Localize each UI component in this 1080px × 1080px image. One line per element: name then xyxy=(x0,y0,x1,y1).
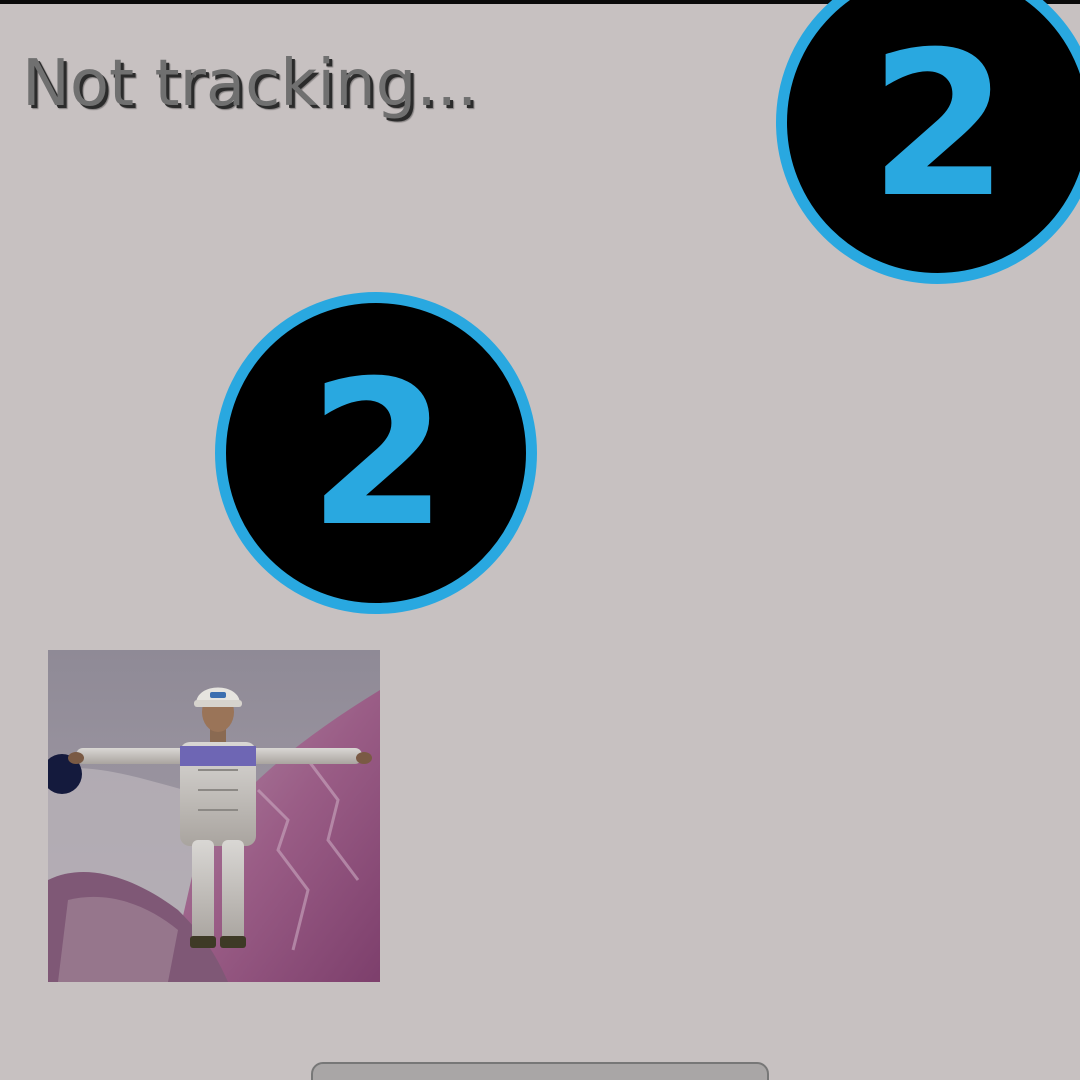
badge-corner-label: 2 xyxy=(869,9,1008,242)
badge-center-label: 2 xyxy=(308,338,447,571)
number-badge-corner[interactable]: 2 xyxy=(776,0,1080,284)
bottom-handle-bar[interactable] xyxy=(311,1062,769,1080)
avatar-thumbnail[interactable] xyxy=(48,650,380,982)
ar-camera-view: Not tracking... 2 2 xyxy=(0,0,1080,1080)
tracking-status-label: Not tracking... xyxy=(22,47,478,121)
number-badge-center[interactable]: 2 xyxy=(215,292,537,614)
avatar-worker-icon xyxy=(48,650,380,982)
number-badge-icon: 2 xyxy=(308,338,447,571)
number-badge-icon: 2 xyxy=(869,9,1008,242)
